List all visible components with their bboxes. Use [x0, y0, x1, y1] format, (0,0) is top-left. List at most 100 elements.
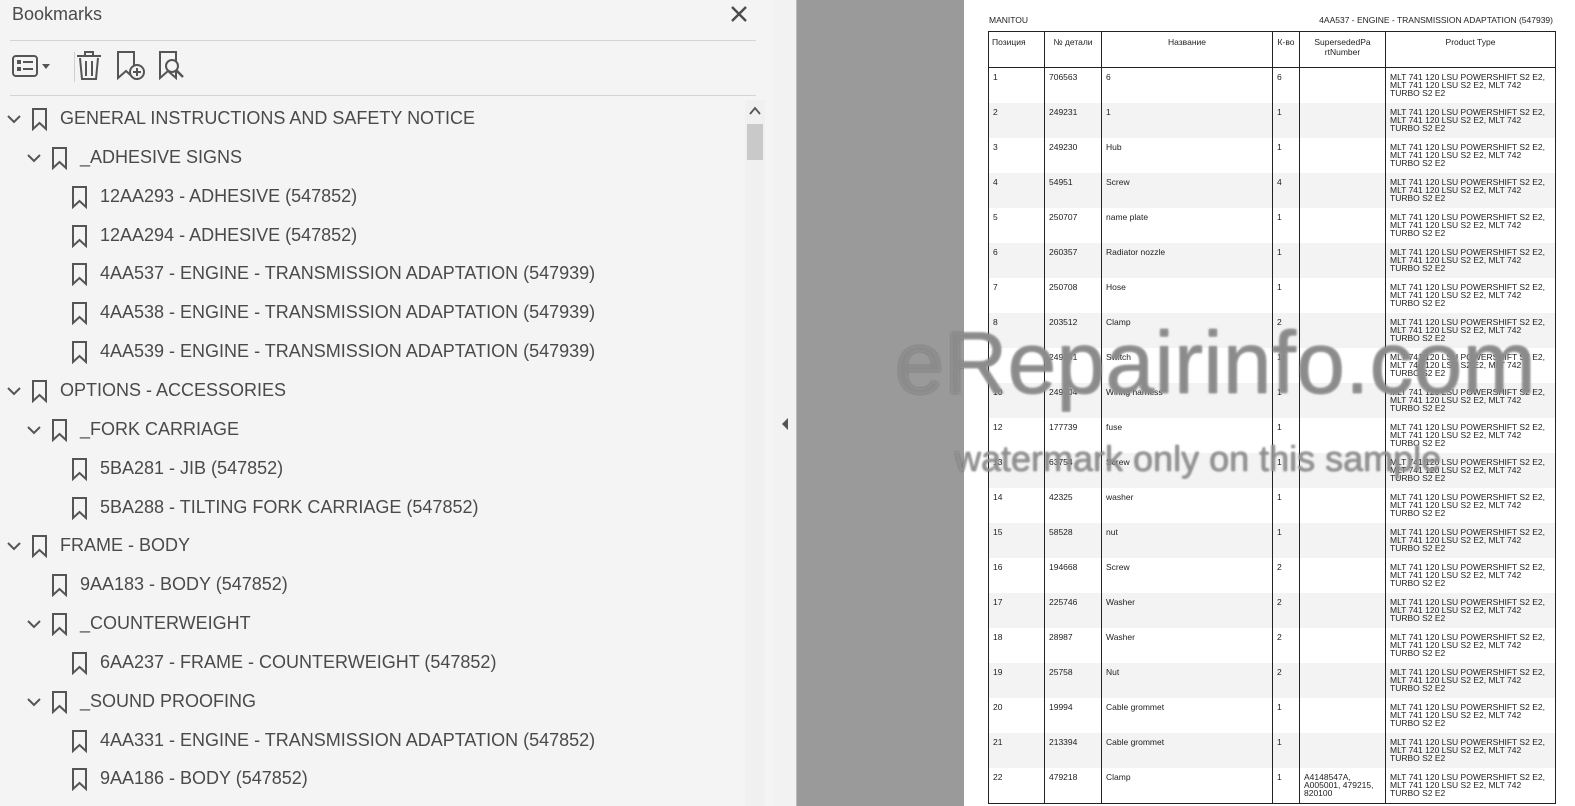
table-cell: 1	[1272, 208, 1300, 243]
chevron-down-icon[interactable]	[24, 148, 44, 168]
bookmark-item[interactable]: 9AA183 - BODY (547852)	[0, 566, 745, 604]
table-cell: 18	[988, 628, 1045, 663]
chevron-down-icon[interactable]	[24, 692, 44, 712]
table-cell: 213394	[1044, 733, 1102, 768]
table-row: 3 249230 Hub 1 MLT 741 120 LSU POWERSHIFT S2…	[988, 138, 1556, 173]
table-cell: 1	[988, 67, 1045, 103]
chevron-down-icon[interactable]	[24, 614, 44, 634]
table-cell: MLT 741 120 LSU POWERSHIFT S2 E2, MLT 74…	[1385, 383, 1556, 418]
chevron-down-icon[interactable]	[4, 536, 24, 556]
scroll-up-button[interactable]	[745, 100, 765, 122]
divider	[10, 40, 756, 41]
bookmark-scrollbar[interactable]	[745, 100, 765, 806]
table-cell	[1299, 488, 1386, 523]
table-row: 14 42325 washer 1 MLT 741 120 LSU POWERSHIFT…	[988, 488, 1556, 523]
table-row: 10 249404 Wiring harness 1 MLT 741 120 LSU P…	[988, 383, 1556, 418]
bookmark-item[interactable]: 4AA537 - ENGINE - TRANSMISSION ADAPTATIO…	[0, 255, 745, 293]
table-cell	[1299, 103, 1386, 138]
bookmark-item[interactable]: FRAME - BODY	[0, 527, 745, 565]
table-cell: MLT 741 120 LSU POWERSHIFT S2 E2, MLT 74…	[1385, 628, 1556, 663]
table-cell	[1299, 278, 1386, 313]
bookmark-label: 5BA281 - JIB (547852)	[100, 457, 284, 478]
bookmark-icon	[52, 418, 67, 442]
table-cell: 249231	[1044, 103, 1102, 138]
table-cell: 10	[988, 383, 1045, 418]
table-cell: 4	[1272, 173, 1300, 208]
table-cell: MLT 741 120 LSU POWERSHIFT S2 E2, MLT 74…	[1385, 663, 1556, 698]
table-row: 19 25758 Nut 2 MLT 741 120 LSU POWERSHIFT S2…	[988, 663, 1556, 698]
bookmark-item[interactable]: OPTIONS - ACCESSORIES	[0, 372, 745, 410]
bookmark-item[interactable]: 5BA281 - JIB (547852)	[0, 450, 745, 488]
bookmarks-toolbar	[10, 48, 770, 86]
table-cell: MLT 741 120 LSU POWERSHIFT S2 E2, MLT 74…	[1385, 453, 1556, 488]
bookmark-item[interactable]: 12AA293 - ADHESIVE (547852)	[0, 178, 745, 216]
table-row: 16 194668 Screw 2 MLT 741 120 LSU POWERSHIFT…	[988, 558, 1556, 593]
bookmark-label: 4AA537 - ENGINE - TRANSMISSION ADAPTATIO…	[100, 263, 596, 284]
bookmark-item[interactable]: 9AA186 - BODY (547852)	[0, 760, 745, 798]
table-row: 2 249231 1 1 MLT 741 120 LSU POWERSHIFT S2 E…	[988, 103, 1556, 138]
bookmark-item[interactable]: 5BA288 - TILTING FORK CARRIAGE (547852)	[0, 489, 745, 527]
table-cell: MLT 741 120 LSU POWERSHIFT S2 E2, MLT 74…	[1385, 103, 1556, 138]
table-cell: 203512	[1044, 313, 1102, 348]
table-cell: 1	[1272, 348, 1300, 383]
table-cell: MLT 741 120 LSU POWERSHIFT S2 E2, MLT 74…	[1385, 768, 1556, 804]
options-menu-button[interactable]	[10, 48, 54, 84]
table-row: 15 58528 nut 1 MLT 741 120 LSU POWERSHIFT S2…	[988, 523, 1556, 558]
scroll-thumb[interactable]	[747, 124, 763, 160]
page-header-section: 4AA537 - ENGINE - TRANSMISSION ADAPTATIO…	[1319, 15, 1553, 25]
bookmark-item[interactable]: _FORK CARRIAGE	[0, 411, 745, 449]
bookmark-icon	[72, 651, 87, 675]
chevron-down-icon[interactable]	[4, 381, 24, 401]
table-cell: 21	[988, 733, 1045, 768]
table-cell	[1299, 628, 1386, 663]
bookmark-item[interactable]: _ADHESIVE SIGNS	[0, 139, 745, 177]
table-row: 22 479218 Clamp 1 A4148547A, A005001, 479215…	[988, 768, 1556, 804]
collapse-panel-handle[interactable]	[774, 0, 797, 806]
column-header-superseded: SupersededPa rtNumber	[1299, 31, 1386, 68]
bookmark-label: _SOUND PROOFING	[80, 690, 257, 711]
bookmark-label: 4AA538 - ENGINE - TRANSMISSION ADAPTATIO…	[100, 302, 596, 323]
bookmark-label: 4AA331 - ENGINE - TRANSMISSION ADAPTATIO…	[100, 729, 596, 750]
bookmark-icon	[72, 263, 87, 287]
chevron-down-icon[interactable]	[24, 420, 44, 440]
table-cell: 1	[1272, 488, 1300, 523]
table-cell: 2	[988, 103, 1045, 138]
bookmark-label: 12AA294 - ADHESIVE (547852)	[100, 224, 358, 245]
find-current-bookmark-button[interactable]	[156, 48, 190, 84]
table-header-row: Позиция № детали Название К-во Supersede…	[988, 31, 1556, 68]
delete-bookmark-button[interactable]	[72, 48, 106, 84]
bookmark-icon	[52, 146, 67, 170]
table-cell: MLT 741 120 LSU POWERSHIFT S2 E2, MLT 74…	[1385, 488, 1556, 523]
table-cell	[1299, 138, 1386, 173]
bookmark-item[interactable]: _COUNTERWEIGHT	[0, 605, 745, 643]
new-bookmark-button[interactable]	[114, 48, 148, 84]
bookmark-label: OPTIONS - ACCESSORIES	[60, 379, 287, 400]
bookmark-label: _COUNTERWEIGHT	[80, 613, 251, 634]
bookmark-item[interactable]: 4AA331 - ENGINE - TRANSMISSION ADAPTATIO…	[0, 722, 745, 760]
close-panel-button[interactable]	[727, 2, 751, 26]
table-cell	[1299, 348, 1386, 383]
bookmark-item[interactable]: _SOUND PROOFING	[0, 683, 745, 721]
bookmark-item[interactable]: 4AA539 - ENGINE - TRANSMISSION ADAPTATIO…	[0, 333, 745, 371]
table-cell: 1	[1272, 418, 1300, 453]
table-cell: MLT 741 120 LSU POWERSHIFT S2 E2, MLT 74…	[1385, 278, 1556, 313]
table-cell: 19	[988, 663, 1045, 698]
table-cell	[1299, 593, 1386, 628]
bookmark-icon	[72, 341, 87, 365]
table-cell: 260357	[1044, 243, 1102, 278]
table-cell: Cable grommet	[1101, 698, 1273, 733]
bookmark-item[interactable]: 6AA237 - FRAME - COUNTERWEIGHT (547852)	[0, 644, 745, 682]
table-cell	[1299, 67, 1386, 103]
chevron-down-icon[interactable]	[4, 109, 24, 129]
bookmark-item[interactable]: GENERAL INSTRUCTIONS AND SAFETY NOTICE	[0, 100, 745, 138]
table-cell: Washer	[1101, 593, 1273, 628]
table-cell: Hub	[1101, 138, 1273, 173]
bookmark-item[interactable]: 12AA294 - ADHESIVE (547852)	[0, 217, 745, 255]
table-cell: 6	[988, 243, 1045, 278]
table-cell: 1	[1101, 103, 1273, 138]
table-cell: fuse	[1101, 418, 1273, 453]
table-cell	[1299, 523, 1386, 558]
bookmark-item[interactable]: 4AA538 - ENGINE - TRANSMISSION ADAPTATIO…	[0, 294, 745, 332]
table-cell: 16	[988, 558, 1045, 593]
table-cell: 54951	[1044, 173, 1102, 208]
